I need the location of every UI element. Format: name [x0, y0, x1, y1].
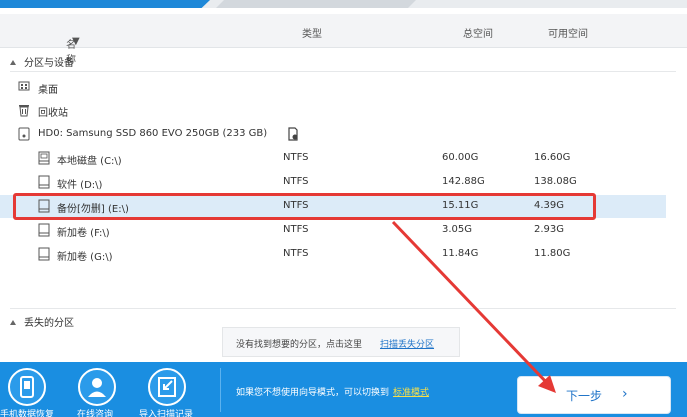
step-tab-inactive — [216, 0, 416, 8]
disk-icon — [18, 127, 30, 141]
mode-hint: 如果您不想使用向导模式，可以切换到 标准模式 — [236, 388, 430, 398]
partition-label: 本地磁盘 (C:\) — [57, 156, 122, 167]
user-support-icon[interactable] — [78, 368, 116, 406]
column-total[interactable]: 总空间 — [463, 25, 493, 40]
tree-item-label: 回收站 — [38, 108, 68, 119]
partition-label: 软件 (D:\) — [57, 180, 103, 191]
disk-info-icon[interactable] — [287, 127, 299, 141]
section-divider — [10, 308, 676, 309]
tree-item-disk[interactable]: HD0: Samsung SSD 860 EVO 250GB (233 GB) — [0, 123, 687, 145]
drive-icon — [38, 175, 50, 189]
partition-free: 2.93G — [534, 224, 565, 235]
tree-item-label: HD0: Samsung SSD 860 EVO 250GB (233 GB) — [38, 128, 268, 139]
drive-icon — [38, 151, 50, 165]
section-lost[interactable]: 丢失的分区 — [10, 314, 74, 329]
desktop-icon — [18, 81, 30, 91]
partition-type: NTFS — [283, 248, 309, 259]
partition-type: NTFS — [283, 224, 309, 235]
next-button-label: 下一步 — [566, 389, 603, 403]
partition-total: 3.05G — [442, 224, 473, 235]
highlight-box — [13, 193, 596, 220]
next-button[interactable]: 下一步 › — [517, 376, 671, 414]
partition-total: 60.00G — [442, 152, 479, 163]
partition-free: 11.80G — [534, 248, 571, 259]
step-tab-active — [0, 0, 210, 8]
drive-icon — [38, 247, 50, 261]
column-header: 名称 ▼ 类型 总空间 可用空间 — [0, 14, 687, 66]
tree-item-label: 桌面 — [38, 85, 58, 96]
phone-icon[interactable] — [8, 368, 46, 406]
section-divider — [10, 71, 676, 72]
collapse-triangle-icon[interactable] — [10, 320, 16, 325]
partition-total: 11.84G — [442, 248, 479, 259]
partition-row[interactable]: 新加卷 (F:\) NTFS 3.05G 2.93G — [0, 219, 687, 241]
partition-row[interactable]: 软件 (D:\) NTFS 142.88G 138.08G — [0, 171, 687, 193]
scan-lost-link[interactable]: 扫描丢失分区 — [380, 337, 434, 350]
recycle-bin-icon — [19, 105, 29, 117]
partition-label: 新加卷 (G:\) — [57, 252, 113, 263]
collapse-triangle-icon[interactable] — [10, 60, 16, 65]
partition-label: 新加卷 (F:\) — [57, 228, 110, 239]
standard-mode-link[interactable]: 标准模式 — [393, 388, 429, 398]
phone-recovery-label[interactable]: 手机数据恢复 — [0, 407, 54, 417]
drive-icon — [38, 223, 50, 237]
column-type[interactable]: 类型 — [302, 25, 322, 40]
partition-type: NTFS — [283, 176, 309, 187]
partition-total: 142.88G — [442, 176, 485, 187]
import-icon[interactable] — [148, 368, 186, 406]
tree-item-desktop[interactable]: 桌面 — [0, 76, 687, 98]
partition-free: 16.60G — [534, 152, 571, 163]
section-devices[interactable]: 分区与设备 — [10, 54, 74, 69]
step-tabs — [0, 0, 687, 8]
import-record-label[interactable]: 导入扫描记录 — [139, 407, 193, 417]
column-free[interactable]: 可用空间 — [548, 25, 588, 40]
scan-lost-bar: 没有找到想要的分区，点击这里 扫描丢失分区 — [222, 327, 460, 357]
online-support-label[interactable]: 在线咨询 — [77, 407, 113, 417]
sort-caret-icon[interactable]: ▼ — [72, 36, 80, 47]
partition-row[interactable]: 本地磁盘 (C:\) NTFS 60.00G 16.60G — [0, 147, 687, 169]
tree-item-recycle-bin[interactable]: 回收站 — [0, 99, 687, 121]
partition-type: NTFS — [283, 152, 309, 163]
partition-free: 138.08G — [534, 176, 577, 187]
scan-hint: 没有找到想要的分区，点击这里 — [236, 340, 363, 350]
partition-row[interactable]: 新加卷 (G:\) NTFS 11.84G 11.80G — [0, 243, 687, 265]
bottom-divider — [220, 368, 221, 412]
recovery-wizard-window: 名称▼ 类型 总空间 可用空间 分区与设备 桌面 回收站 HD0: Samsu — [0, 0, 687, 417]
chevron-right-icon: › — [622, 386, 628, 402]
